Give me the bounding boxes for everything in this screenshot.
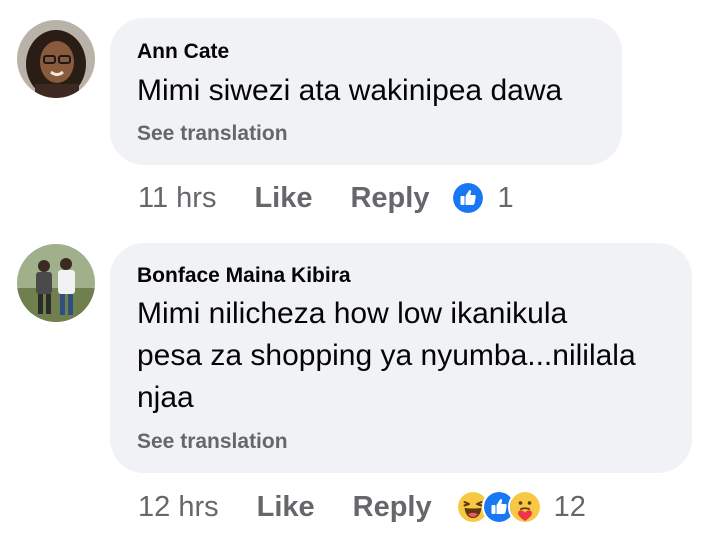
user-photo-icon (17, 244, 95, 322)
reaction-icons (455, 490, 542, 524)
comment-bubble: Bonface Maina Kibira Mimi nilicheza how … (110, 243, 692, 473)
reaction-count: 12 (553, 490, 586, 523)
comment-text-line: pesa za shopping ya nyumba...nililala (137, 339, 636, 372)
see-translation-link[interactable]: See translation (137, 430, 288, 454)
comment-timestamp[interactable]: 12 hrs (138, 491, 219, 524)
comment-text-line: njaa (137, 381, 194, 414)
reply-button[interactable]: Reply (353, 491, 432, 524)
like-button[interactable]: Like (257, 491, 315, 524)
reaction-summary[interactable]: 12 (455, 490, 586, 524)
comment-actions: 12 hrs Like Reply 12 (138, 487, 586, 527)
comment-author[interactable]: Bonface Maina Kibira (137, 264, 351, 288)
care-icon (507, 490, 542, 524)
avatar[interactable] (17, 244, 95, 322)
comment-text-line: Mimi nilicheza how low ikanikula (137, 297, 568, 330)
comment: Bonface Maina Kibira Mimi nilicheza how … (0, 0, 720, 557)
